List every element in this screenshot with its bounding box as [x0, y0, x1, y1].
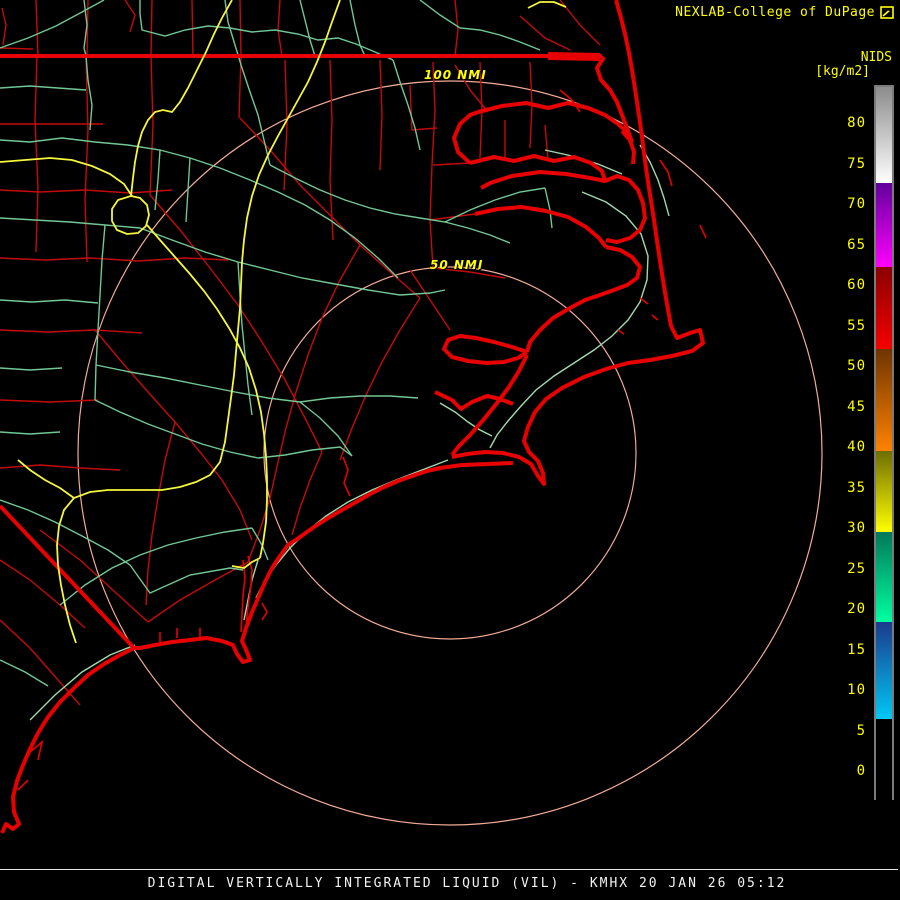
state-borders-red	[0, 52, 602, 650]
colorbar-segment-0	[876, 87, 892, 183]
colorbar	[874, 85, 894, 802]
colorbar-tick-35: 35	[847, 480, 866, 496]
colorbar-segment-6	[876, 622, 892, 719]
colorbar-tick-10: 10	[847, 682, 866, 698]
waterways-pale-green	[29, 144, 670, 721]
colorbar-tick-50: 50	[847, 358, 866, 374]
colorbar-tick-0: 0	[856, 763, 866, 779]
colorbar-tick-60: 60	[847, 277, 866, 293]
colorbar-segment-7	[876, 719, 892, 802]
pamlico-south-bank	[474, 205, 608, 249]
range-ring-label-50nmi: 50 NMI	[430, 258, 484, 272]
range-ring-label-100nmi: 100 NMI	[424, 68, 487, 82]
colorbar-tick-15: 15	[847, 642, 866, 658]
colorbar-tick-30: 30	[847, 520, 866, 536]
roads-green	[0, 0, 553, 687]
colorbar-segment-2	[876, 267, 892, 349]
pungo-river	[604, 174, 647, 244]
colorbar-tick-65: 65	[847, 237, 866, 253]
highway-i95	[56, 0, 341, 644]
coastline-detail-red	[17, 89, 707, 791]
colorbar-tick-70: 70	[847, 196, 866, 212]
colorbar-tick-80: 80	[847, 115, 866, 131]
neuse-river	[442, 334, 529, 365]
range-ring-100nmi	[77, 80, 823, 826]
pamlico-sound-west-shore	[525, 245, 642, 353]
colorbar-tick-40: 40	[847, 439, 866, 455]
colorbar-tick-75: 75	[847, 156, 866, 172]
colorbar-segment-3	[876, 349, 892, 451]
albemarle-north-shore	[477, 101, 630, 135]
dupage-logo-icon	[880, 6, 894, 19]
raleigh-beltline	[111, 195, 150, 235]
title-divider	[0, 869, 898, 870]
radar-display: 100 NMI 50 NMI NEXLAB-College of DuPage …	[0, 0, 900, 900]
colorbar-segment-5	[876, 532, 892, 622]
va-nc-border-end	[547, 52, 601, 61]
albemarle-west-end	[452, 110, 479, 165]
radar-map	[0, 0, 823, 834]
colorbar-tick-45: 45	[847, 399, 866, 415]
colorbar-segment-1	[876, 183, 892, 267]
colorbar-labels: 80 75 70 65 60 55 50 45 40 35 30 25 20 15 10 5 0	[826, 0, 866, 900]
colorbar-tick-25: 25	[847, 561, 866, 577]
pamlico-neck	[469, 154, 607, 190]
highway-north-coast	[527, 1, 567, 9]
colorbar-segment-4	[876, 451, 892, 532]
mainland-shore	[450, 354, 529, 457]
product-title: DIGITAL VERTICALLY INTEGRATED LIQUID (VI…	[147, 876, 787, 891]
colorbar-tick-55: 55	[847, 318, 866, 334]
colorbar-tick-20: 20	[847, 601, 866, 617]
colorbar-tick-5: 5	[856, 723, 866, 739]
roanoke-island	[620, 129, 636, 165]
nc-sc-border	[0, 504, 136, 650]
coastline-red	[0, 0, 705, 834]
south-coast	[0, 461, 514, 834]
